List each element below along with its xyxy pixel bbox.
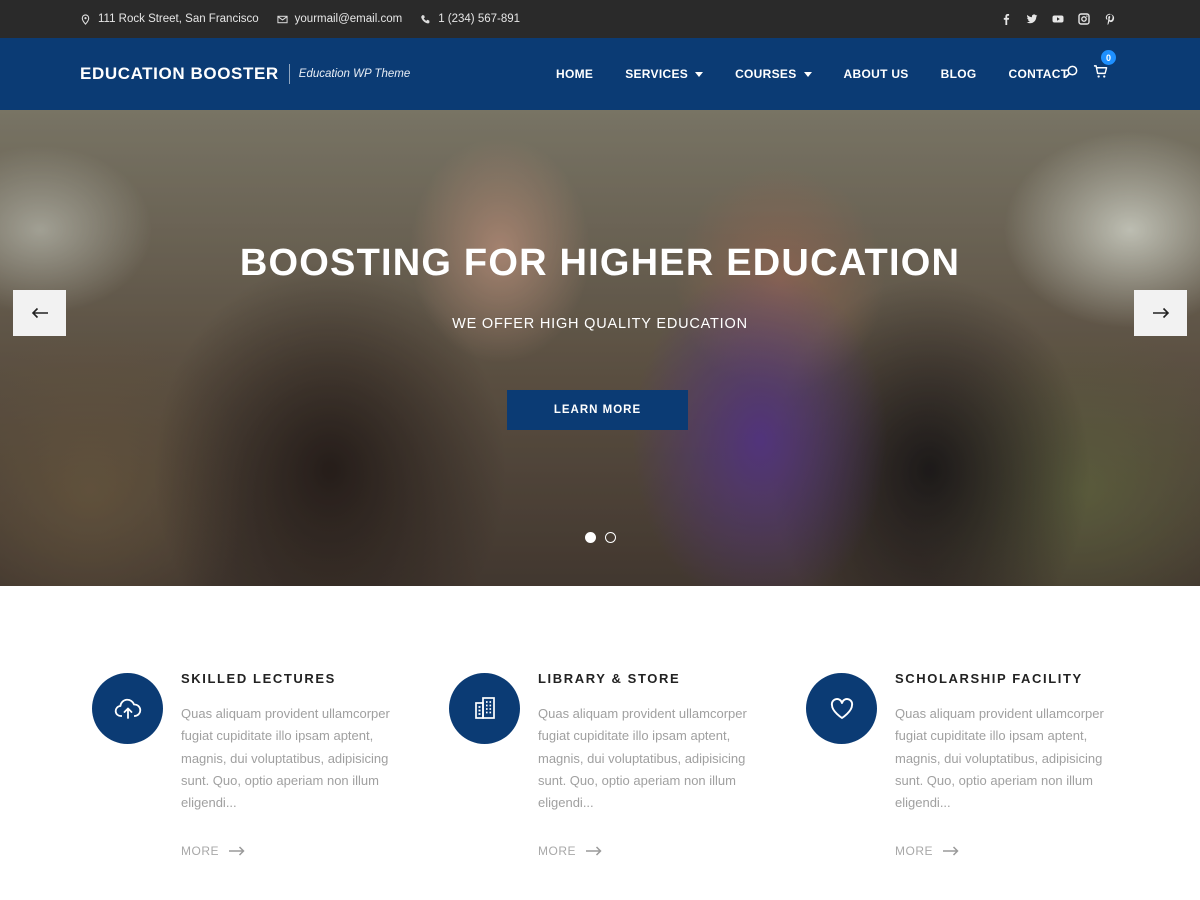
map-pin-icon (81, 13, 90, 25)
slider-next-button[interactable] (1134, 290, 1187, 336)
nav-item-blog[interactable]: BLOG (941, 67, 977, 81)
twitter-icon[interactable] (1026, 13, 1038, 25)
nav-label[interactable]: SERVICES (625, 67, 688, 81)
cart-count-badge: 0 (1101, 50, 1116, 65)
top-bar: 111 Rock Street, San Francisco yourmail@… (0, 0, 1200, 38)
slider-dot[interactable] (605, 532, 616, 543)
main-nav: HOME SERVICES COURSES ABOUT US BLOG CONT… (556, 38, 1068, 110)
more-link[interactable]: MORE (895, 844, 959, 858)
slider-pagination (585, 532, 616, 543)
more-link[interactable]: MORE (538, 844, 602, 858)
nav-item-courses[interactable]: COURSES (735, 67, 812, 81)
pinterest-icon[interactable] (1104, 13, 1116, 25)
feature-text: Quas aliquam provident ullamcorper fugia… (181, 706, 390, 811)
brand-divider (288, 64, 290, 84)
feature-text: Quas aliquam provident ullamcorper fugia… (895, 706, 1104, 811)
search-button[interactable] (1064, 64, 1079, 84)
search-icon[interactable] (1064, 64, 1079, 79)
feature-title: SKILLED LECTURES (181, 671, 336, 686)
nav-label[interactable]: HOME (556, 67, 593, 81)
nav-item-home[interactable]: HOME (556, 67, 593, 81)
nav-label[interactable]: ABOUT US (844, 67, 909, 81)
hero-title: BOOSTING FOR HIGHER EDUCATION (239, 242, 961, 284)
youtube-icon[interactable] (1052, 13, 1064, 25)
feature-icon-circle (92, 673, 163, 744)
main-header: EDUCATION BOOSTER Education WP Theme HOM… (0, 38, 1200, 110)
envelope-icon (277, 15, 288, 23)
heart-icon (830, 697, 853, 719)
header-actions: 0 (1064, 38, 1116, 110)
phone-link[interactable]: 1 (234) 567-891 (438, 13, 520, 25)
nav-item-contact[interactable]: CONTACT (1008, 67, 1068, 81)
more-label[interactable]: MORE (895, 844, 933, 858)
feature-icon-circle (449, 673, 520, 744)
feature-title: LIBRARY & STORE (538, 671, 681, 686)
address-text: 111 Rock Street, San Francisco (98, 13, 259, 25)
slider-dot[interactable] (585, 532, 596, 543)
site-brand[interactable]: EDUCATION BOOSTER Education WP Theme (80, 38, 410, 110)
feature-title: SCHOLARSHIP FACILITY (895, 671, 1083, 686)
social-links (1000, 0, 1116, 38)
slider-prev-button[interactable] (13, 290, 66, 336)
phone-item[interactable]: 1 (234) 567-891 (420, 13, 520, 25)
caret-down-icon[interactable] (695, 71, 704, 77)
nav-item-services[interactable]: SERVICES (625, 67, 704, 81)
features-section: SKILLED LECTURES Quas aliquam provident … (0, 586, 1200, 900)
cloud-upload-icon (114, 698, 141, 719)
arrow-right-icon[interactable] (229, 846, 245, 856)
arrow-right-icon[interactable] (586, 846, 602, 856)
more-link[interactable]: MORE (181, 844, 245, 858)
arrow-right-icon[interactable] (943, 846, 959, 856)
caret-down-icon[interactable] (803, 71, 812, 77)
feature-text: Quas aliquam provident ullamcorper fugia… (538, 706, 747, 811)
site-title[interactable]: EDUCATION BOOSTER (80, 64, 279, 84)
more-label[interactable]: MORE (538, 844, 576, 858)
site-tagline: Education WP Theme (298, 68, 411, 80)
email-item[interactable]: yourmail@email.com (277, 13, 403, 25)
cart-icon[interactable] (1093, 64, 1108, 79)
email-link[interactable]: yourmail@email.com (295, 13, 403, 25)
nav-label[interactable]: COURSES (735, 67, 796, 81)
feature-card: SCHOLARSHIP FACILITY Quas aliquam provid… (806, 671, 1126, 873)
more-label[interactable]: MORE (181, 844, 219, 858)
arrow-right-icon (1152, 307, 1169, 319)
feature-card: SKILLED LECTURES Quas aliquam provident … (92, 671, 412, 873)
building-icon (474, 696, 495, 719)
hero-subtitle: WE OFFER HIGH QUALITY EDUCATION (452, 316, 748, 332)
arrow-left-icon (31, 307, 48, 319)
learn-more-button[interactable]: LEARN MORE (507, 390, 688, 430)
cart-button[interactable]: 0 (1093, 50, 1116, 84)
feature-card: LIBRARY & STORE Quas aliquam provident u… (449, 671, 769, 873)
contact-info: 111 Rock Street, San Francisco yourmail@… (80, 0, 520, 38)
hero-slider: BOOSTING FOR HIGHER EDUCATION WE OFFER H… (0, 110, 1200, 586)
nav-label[interactable]: BLOG (941, 67, 977, 81)
instagram-icon[interactable] (1078, 13, 1090, 25)
facebook-icon[interactable] (1000, 13, 1012, 25)
nav-item-about[interactable]: ABOUT US (844, 67, 909, 81)
feature-icon-circle (806, 673, 877, 744)
address-item: 111 Rock Street, San Francisco (80, 13, 259, 25)
nav-label[interactable]: CONTACT (1008, 67, 1068, 81)
phone-icon (421, 14, 430, 24)
